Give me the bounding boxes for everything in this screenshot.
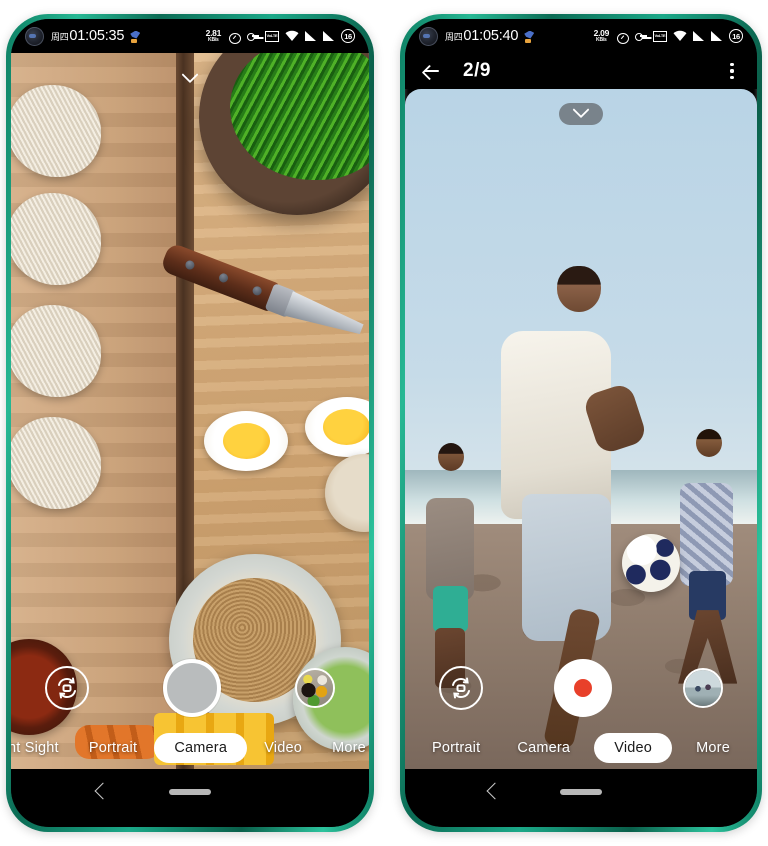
back-chevron-icon[interactable] xyxy=(486,782,504,800)
volte-label: VoLTE xyxy=(654,32,666,38)
camera-controls: Portrait Camera Video More xyxy=(405,649,757,769)
key-icon xyxy=(246,30,259,43)
shutter-row xyxy=(405,649,757,727)
network-speed-unit: KB/s xyxy=(208,37,219,44)
photo-shutter-button[interactable] xyxy=(163,659,221,717)
signal-bars-icon-1 xyxy=(305,30,317,42)
thumbnail-image-beach xyxy=(685,670,721,706)
bird-app-icon xyxy=(129,30,142,43)
status-bar: 周四 01:05:35 2.81 KB/s VoLTE 16 xyxy=(11,19,369,53)
status-day-label: 周四 xyxy=(445,31,463,42)
chevron-down-icon[interactable] xyxy=(173,66,207,89)
mode-portrait[interactable]: Portrait xyxy=(419,733,493,763)
video-record-button[interactable] xyxy=(554,659,612,717)
wifi-icon xyxy=(673,30,687,42)
mode-video[interactable]: Video xyxy=(251,733,315,763)
alarm-clock-icon xyxy=(227,30,241,44)
mode-camera[interactable]: Camera xyxy=(154,733,248,763)
mode-night-sight[interactable]: ht Sight xyxy=(11,733,72,763)
volte-label: VoLTE xyxy=(266,32,278,38)
phone-device-left: 周四 01:05:35 2.81 KB/s VoLTE 16 ht Sight … xyxy=(6,14,374,832)
network-speed-indicator: 2.09 KB/s xyxy=(593,27,610,44)
key-icon xyxy=(634,30,647,43)
system-navigation-bar xyxy=(405,769,757,827)
mode-portrait[interactable]: Portrait xyxy=(76,733,150,763)
gallery-thumbnail-button[interactable] xyxy=(683,668,723,708)
system-navigation-bar xyxy=(11,769,369,827)
back-chevron-icon[interactable] xyxy=(94,782,112,800)
mode-more[interactable]: More xyxy=(319,733,369,763)
mode-more[interactable]: More xyxy=(683,733,743,763)
chevron-glyph xyxy=(572,101,590,119)
signal-bars-icon-2 xyxy=(323,30,335,42)
phone-screen-right: 周四 01:05:40 2.09 KB/s VoLTE 16 2/9 Portr… xyxy=(405,19,757,827)
status-clock: 01:05:40 xyxy=(463,28,519,44)
camera-flip-icon[interactable] xyxy=(45,666,89,710)
camera-flip-icon[interactable] xyxy=(439,666,483,710)
camera-controls: ht Sight Portrait Camera Video More xyxy=(11,649,369,769)
battery-indicator: 16 xyxy=(341,29,355,43)
shutter-row xyxy=(11,649,369,727)
camera-mode-selector: Portrait Camera Video More xyxy=(405,727,757,769)
record-dot xyxy=(574,679,592,697)
signal-bars-icon-2 xyxy=(711,30,723,42)
chevron-glyph xyxy=(181,66,199,84)
chevron-down-icon[interactable] xyxy=(559,101,603,125)
arrow-left-icon[interactable] xyxy=(421,60,443,82)
screenshot-stage: 周四 01:05:35 2.81 KB/s VoLTE 16 ht Sight … xyxy=(0,0,768,846)
mode-camera[interactable]: Camera xyxy=(504,733,583,763)
mode-video[interactable]: Video xyxy=(594,733,673,763)
bird-app-icon xyxy=(523,30,536,43)
battery-indicator: 16 xyxy=(729,29,743,43)
signal-bars-icon-1 xyxy=(693,30,705,42)
network-speed-unit: KB/s xyxy=(596,37,607,44)
home-pill-indicator[interactable] xyxy=(560,789,602,795)
camera-mode-selector: ht Sight Portrait Camera Video More xyxy=(11,727,369,769)
status-day-label: 周四 xyxy=(51,31,69,42)
status-icons-group: 2.09 KB/s VoLTE 16 xyxy=(594,29,743,44)
network-speed-indicator: 2.81 KB/s xyxy=(205,27,222,44)
page-title: 2/9 xyxy=(463,60,491,81)
status-icons-group: 2.81 KB/s VoLTE 16 xyxy=(206,29,355,44)
network-speed-value: 2.09 xyxy=(593,27,610,38)
alarm-clock-icon xyxy=(615,30,629,44)
network-speed-value: 2.81 xyxy=(205,27,222,38)
thumbnail-image-food xyxy=(297,670,333,706)
phone-device-right: 周四 01:05:40 2.09 KB/s VoLTE 16 2/9 Portr… xyxy=(400,14,762,832)
football-object xyxy=(621,534,680,593)
volte-icon: VoLTE xyxy=(653,30,667,42)
status-clock: 01:05:35 xyxy=(69,28,125,44)
gallery-thumbnail-button[interactable] xyxy=(295,668,335,708)
volte-icon: VoLTE xyxy=(265,30,279,42)
wifi-icon xyxy=(285,30,299,42)
status-bar: 周四 01:05:40 2.09 KB/s VoLTE 16 xyxy=(405,19,757,53)
phone-screen-left: 周四 01:05:35 2.81 KB/s VoLTE 16 ht Sight … xyxy=(11,19,369,827)
home-pill-indicator[interactable] xyxy=(169,789,211,795)
more-vertical-icon[interactable] xyxy=(723,61,741,81)
front-camera-punchhole xyxy=(419,26,438,46)
app-header-bar: 2/9 xyxy=(405,53,757,89)
front-camera-punchhole xyxy=(25,26,44,46)
